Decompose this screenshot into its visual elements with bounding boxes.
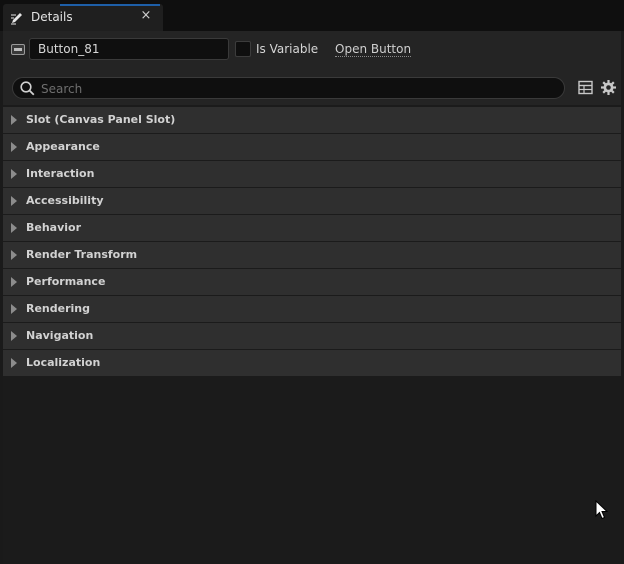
category-behavior[interactable]: Behavior <box>3 215 621 241</box>
gear-icon[interactable] <box>600 79 617 96</box>
category-label: Behavior <box>26 221 82 234</box>
search-box[interactable] <box>12 77 565 99</box>
expand-arrow-icon <box>11 277 17 287</box>
expand-arrow-icon <box>11 142 17 152</box>
category-render-transform[interactable]: Render Transform <box>3 242 621 268</box>
search-icon <box>20 81 35 96</box>
category-localization[interactable]: Localization <box>3 350 621 376</box>
category-label: Rendering <box>26 302 90 315</box>
pencil-edit-icon <box>11 13 22 25</box>
category-label: Appearance <box>26 140 100 153</box>
category-rendering[interactable]: Rendering <box>3 296 621 322</box>
category-slot[interactable]: Slot (Canvas Panel Slot) <box>3 107 621 133</box>
widget-name-field[interactable] <box>29 38 229 60</box>
category-label: Localization <box>26 356 101 369</box>
category-label: Performance <box>26 275 106 288</box>
category-label: Slot (Canvas Panel Slot) <box>26 113 176 126</box>
expand-arrow-icon <box>11 115 17 125</box>
category-label: Interaction <box>26 167 95 180</box>
category-label: Render Transform <box>26 248 138 261</box>
expand-arrow-icon <box>11 250 17 260</box>
close-icon[interactable]: × <box>139 8 153 23</box>
category-navigation[interactable]: Navigation <box>3 323 621 349</box>
widget-icon <box>11 44 25 55</box>
expand-arrow-icon <box>11 304 17 314</box>
expand-arrow-icon <box>11 196 17 206</box>
tab-strip: Details × <box>0 0 624 31</box>
category-interaction[interactable]: Interaction <box>3 161 621 187</box>
tab-active-indicator <box>60 4 160 6</box>
category-performance[interactable]: Performance <box>3 269 621 295</box>
category-list: Slot (Canvas Panel Slot) Appearance Inte… <box>3 107 621 377</box>
category-label: Accessibility <box>26 194 104 207</box>
tab-details[interactable]: Details × <box>3 4 163 31</box>
details-window: Details × Is Variable Open Button <box>0 0 624 564</box>
category-label: Navigation <box>26 329 94 342</box>
is-variable-checkbox[interactable] <box>235 41 251 57</box>
expand-arrow-icon <box>11 358 17 368</box>
search-input[interactable] <box>39 79 543 99</box>
expand-arrow-icon <box>11 331 17 341</box>
table-view-icon[interactable] <box>578 80 593 95</box>
category-accessibility[interactable]: Accessibility <box>3 188 621 214</box>
open-button-link[interactable]: Open Button <box>335 42 412 57</box>
widget-header: Is Variable Open Button <box>3 31 621 71</box>
expand-arrow-icon <box>11 223 17 233</box>
expand-arrow-icon <box>11 169 17 179</box>
category-appearance[interactable]: Appearance <box>3 134 621 160</box>
tab-title: Details <box>31 10 73 24</box>
mouse-cursor-icon <box>595 500 609 520</box>
search-row <box>3 71 621 105</box>
is-variable-label: Is Variable <box>256 42 319 56</box>
details-panel: Is Variable Open Button <box>3 31 621 564</box>
